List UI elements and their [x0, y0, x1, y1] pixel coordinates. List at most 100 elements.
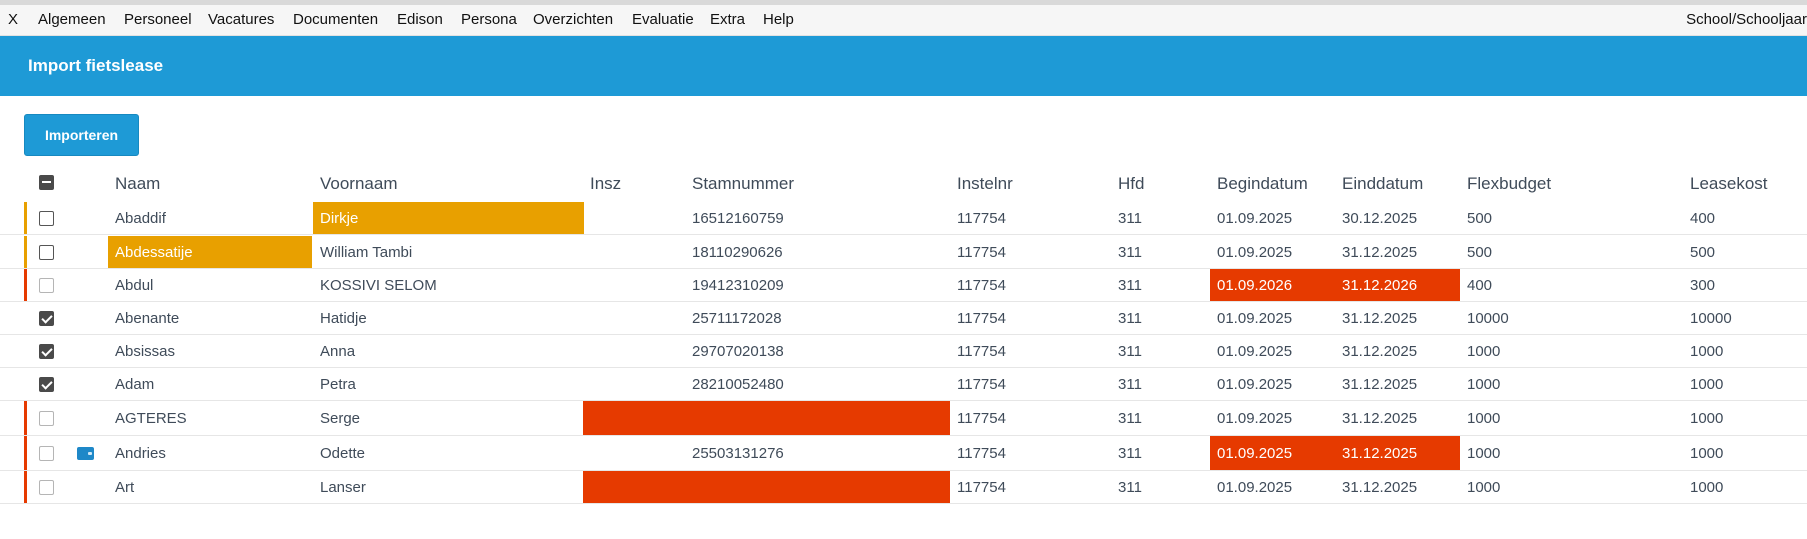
cell-stamnummer: 19412310209 [692, 276, 784, 294]
row-status-marker [24, 269, 27, 301]
select-all-checkbox[interactable] [39, 175, 54, 190]
cell-leasekost: 300 [1690, 276, 1716, 294]
column-header-hfd[interactable]: Hfd [1118, 174, 1144, 194]
cell-hfd: 311 [1118, 342, 1142, 360]
cell-flexbudget: 10000 [1467, 309, 1509, 327]
table-row[interactable]: Abdul KOSSIVI SELOM 19412310209 117754 311 01… [0, 269, 1807, 302]
cell-begindatum: 01.09.2025 [1217, 375, 1293, 393]
menu-item-overzichten[interactable]: Overzichten [533, 11, 613, 28]
cell-flexbudget: 400 [1467, 276, 1493, 294]
row-checkbox[interactable] [39, 411, 54, 426]
cell-naam: Abdul [115, 276, 154, 294]
cell-instelnr: 117754 [957, 375, 1006, 393]
column-header-begindatum[interactable]: Begindatum [1217, 174, 1308, 194]
column-header-insz[interactable]: Insz [590, 174, 621, 194]
cell-stamnummer: 18110290626 [692, 243, 783, 261]
menu-item-evaluatie[interactable]: Evaluatie [632, 11, 694, 28]
table-row[interactable]: Abenante Hatidje 25711172028 117754 311 01.09… [0, 302, 1807, 335]
cell-begindatum: 01.09.2025 [1217, 209, 1293, 227]
cell-instelnr: 117754 [957, 478, 1006, 496]
row-checkbox[interactable] [39, 446, 54, 461]
row-checkbox[interactable] [39, 278, 54, 293]
column-header-stamnummer[interactable]: Stamnummer [692, 174, 794, 194]
cell-einddatum: 31.12.2025 [1342, 309, 1418, 327]
cell-hfd: 311 [1118, 209, 1142, 227]
menu-item-vacatures[interactable]: Vacatures [208, 11, 274, 28]
cell-begindatum: 01.09.2025 [1217, 309, 1293, 327]
menu-item-algemeen[interactable]: Algemeen [38, 11, 106, 28]
cell-hfd: 311 [1118, 444, 1142, 462]
table-row[interactable]: Absissas Anna 29707020138 117754 311 01.09.20… [0, 335, 1807, 368]
cell-leasekost: 1000 [1690, 409, 1724, 427]
cell-stamnummer: 25711172028 [692, 309, 782, 327]
cell-stamnummer: 28210052480 [692, 375, 784, 393]
cell-voornaam: Hatidje [320, 309, 367, 327]
cell-stamnummer: 16512160759 [692, 209, 784, 227]
import-button[interactable]: Importeren [24, 114, 139, 156]
cell-einddatum: 30.12.2025 [1342, 209, 1418, 227]
table-row[interactable]: Adam Petra 28210052480 117754 311 01.09.2025 3… [0, 368, 1807, 401]
cell-flexbudget: 500 [1467, 243, 1493, 261]
row-checkbox[interactable] [39, 211, 54, 226]
cell-voornaam: Serge [320, 409, 361, 427]
row-status-marker [24, 236, 27, 268]
cell-stamnummer: 29707020138 [692, 342, 784, 360]
cell-naam: Absissas [115, 342, 176, 360]
menu-item-help[interactable]: Help [763, 11, 794, 28]
cell-flexbudget: 1000 [1467, 444, 1501, 462]
cell-naam: Art [115, 478, 135, 496]
cell-instelnr: 117754 [957, 309, 1006, 327]
cell-leasekost: 1000 [1690, 478, 1724, 496]
row-checkbox[interactable] [39, 480, 54, 495]
column-header-flexbudget[interactable]: Flexbudget [1467, 174, 1551, 194]
cell-flexbudget: 1000 [1467, 375, 1501, 393]
cell-stamnummer: 25503131276 [692, 444, 784, 462]
table-row[interactable]: Andries Odette 25503131276 117754 311 01.09.2… [0, 436, 1807, 471]
column-header-instelnr[interactable]: Instelnr [957, 174, 1013, 194]
row-checkbox[interactable] [39, 344, 54, 359]
table-row[interactable]: Abdessatije William Tambi 18110290626 11775… [0, 236, 1807, 269]
wallet-icon[interactable] [77, 447, 94, 460]
column-header-voornaam[interactable]: Voornaam [320, 174, 398, 194]
page-title: Import fietslease [28, 56, 164, 75]
row-status-marker [24, 471, 27, 503]
cell-einddatum: 31.12.2026 [1334, 269, 1460, 301]
cell-leasekost: 1000 [1690, 444, 1724, 462]
table-row[interactable]: Abaddif Dirkje 16512160759 117754 311 01.09.2… [0, 202, 1807, 235]
menu-item-documenten[interactable]: Documenten [293, 11, 378, 28]
menu-item-x[interactable]: X [8, 11, 18, 28]
cell-voornaam: Odette [320, 444, 366, 462]
cell-leasekost: 500 [1690, 243, 1716, 261]
cell-einddatum: 31.12.2025 [1342, 409, 1418, 427]
column-header-leasekost[interactable]: Leasekost [1690, 174, 1768, 194]
cell-instelnr: 117754 [957, 276, 1006, 294]
cell-voornaam: Petra [320, 375, 356, 393]
menu-item-persona[interactable]: Persona [461, 11, 517, 28]
cell-naam: Abenante [115, 309, 180, 327]
cell-hfd: 311 [1118, 309, 1142, 327]
row-checkbox[interactable] [39, 245, 54, 260]
menu-item-edison[interactable]: Edison [397, 11, 443, 28]
cell-voornaam: Lanser [320, 478, 366, 496]
table-row[interactable]: Art Lanser 117754 311 01.09.2025 31.12.2025 10… [0, 471, 1807, 504]
row-status-marker [24, 436, 27, 470]
row-checkbox[interactable] [39, 311, 54, 326]
cell-einddatum: 31.12.2025 [1342, 243, 1418, 261]
table-row[interactable]: AGTERES Serge 117754 311 01.09.2025 31.12.202… [0, 401, 1807, 436]
cell-flexbudget: 1000 [1467, 409, 1501, 427]
cell-flexbudget: 1000 [1467, 478, 1501, 496]
cell-voornaam: William Tambi [320, 243, 413, 261]
menu-item-extra[interactable]: Extra [710, 11, 745, 28]
menu-bar: School/Schooljaar X Algemeen Personeel Vaca… [0, 0, 1807, 36]
cell-hfd: 311 [1118, 276, 1142, 294]
column-header-einddatum[interactable]: Einddatum [1342, 174, 1423, 194]
cell-einddatum: 31.12.2025 [1342, 478, 1418, 496]
cell-hfd: 311 [1118, 409, 1142, 427]
cell-voornaam: KOSSIVI SELOM [320, 276, 437, 294]
cell-naam: Abdessatije [108, 236, 312, 268]
cell-einddatum: 31.12.2025 [1342, 375, 1418, 393]
column-header-naam[interactable]: Naam [115, 174, 160, 194]
row-checkbox[interactable] [39, 377, 54, 392]
cell-hfd: 311 [1118, 375, 1142, 393]
menu-item-personeel[interactable]: Personeel [124, 11, 192, 28]
